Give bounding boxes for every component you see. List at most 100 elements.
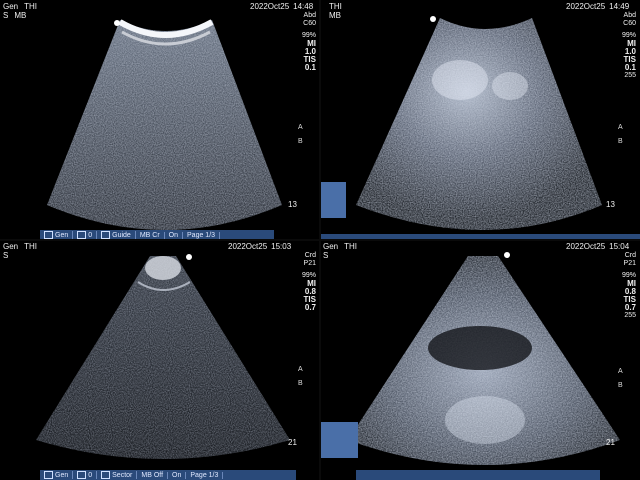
- time-label: 15:03: [271, 242, 292, 251]
- probe-icon: [44, 471, 53, 479]
- softkey-toolbar[interactable]: Gen 0 Sector MB Off On Page 1/3: [40, 470, 296, 480]
- param-app: Crd: [624, 252, 636, 259]
- sub-label-b: MB: [329, 11, 341, 20]
- date-label: 2022Oct25: [566, 242, 606, 251]
- ultrasound-image-2: [356, 18, 602, 230]
- softkey-page-label: Page 1/3: [190, 471, 219, 479]
- focus-marker-a: A: [298, 124, 303, 131]
- probe-icon: [44, 231, 53, 239]
- parameter-column: Abd C60 99% MI 1.0 TIS 0.1 255: [614, 12, 636, 80]
- param-tis-value: 0.1: [624, 63, 636, 72]
- header-left: Gen THI S: [3, 242, 37, 260]
- param-probe: P21: [623, 260, 636, 267]
- guide-icon: [101, 231, 111, 239]
- depth-label: 21: [288, 438, 297, 447]
- ultrasound-image-3: [36, 256, 290, 459]
- date-label: 2022Oct25: [566, 2, 606, 11]
- focus-marker-b: B: [618, 382, 623, 389]
- image-panel-1: Gen THI S MB 2022Oct25 14:48 Abd C60 99% MI…: [0, 0, 320, 240]
- time-label: 15:04: [609, 242, 630, 251]
- trackball-icon: [77, 471, 87, 479]
- time-label: 14:49: [609, 2, 630, 11]
- param-gain: 255: [624, 312, 636, 319]
- softkey-value[interactable]: 0: [73, 471, 98, 479]
- focus-marker-b: B: [618, 138, 623, 145]
- sub-label-a: S: [3, 251, 9, 260]
- focus-marker-b: B: [298, 380, 303, 387]
- param-probe: C60: [623, 20, 636, 27]
- datetime: 2022Oct25 14:48: [246, 2, 313, 11]
- sub-label-b: MB: [14, 11, 27, 20]
- date-label: 2022Oct25: [250, 2, 290, 11]
- probe-orientation-dot: [430, 16, 436, 22]
- softkey-value-label: 0: [88, 231, 93, 239]
- depth-label: 21: [606, 438, 615, 447]
- sub-label-a: S: [323, 251, 329, 260]
- softkey-mb[interactable]: MB Cr: [136, 231, 165, 239]
- sector-icon: [101, 471, 111, 479]
- focus-marker-a: A: [298, 366, 303, 373]
- parameter-column: Crd P21 99% MI 0.8 TIS 0.7 255: [614, 252, 636, 320]
- preset-label: Gen: [323, 242, 339, 251]
- image-panel-4: Gen THI S 2022Oct25 15:04 Crd P21 99% MI 0…: [320, 240, 640, 480]
- header-left: THI MB: [323, 2, 342, 20]
- parameter-column: Abd C60 99% MI 1.0 TIS 0.1: [294, 12, 316, 72]
- thumbnail-panel[interactable]: [320, 422, 358, 458]
- focus-marker-a: A: [618, 124, 623, 131]
- softkey-value[interactable]: 0: [73, 231, 98, 239]
- focus-marker-a: A: [618, 368, 623, 375]
- param-tis-value: 0.7: [624, 303, 636, 312]
- param-app: Abd: [303, 12, 316, 19]
- image-panel-3: Gen THI S 2022Oct25 15:03 Crd P21 99% MI 0…: [0, 240, 320, 480]
- softkey-preset-label: Gen: [55, 471, 69, 479]
- sub-label-a: S: [3, 11, 9, 20]
- softkey-sector[interactable]: Sector: [97, 471, 138, 479]
- softkey-preset[interactable]: Gen: [40, 471, 74, 479]
- softkey-on-label: On: [172, 471, 182, 479]
- parameter-column: Crd P21 99% MI 0.8 TIS 0.7: [294, 252, 316, 312]
- header-left: Gen THI S MB: [3, 2, 37, 20]
- softkey-sector-label: Sector: [112, 471, 133, 479]
- softkey-preset-label: Gen: [55, 231, 69, 239]
- softkey-on[interactable]: On: [168, 471, 187, 479]
- param-probe: P21: [303, 260, 316, 267]
- depth-label: 13: [606, 200, 615, 209]
- softkey-page[interactable]: Page 1/3: [183, 231, 221, 239]
- probe-orientation-dot: [186, 254, 192, 260]
- mode-label: THI: [344, 242, 358, 251]
- softkey-guide[interactable]: Guide: [97, 231, 136, 239]
- datetime: 2022Oct25 14:49: [562, 2, 629, 11]
- time-label: 14:48: [293, 2, 314, 11]
- softkey-value-label: 0: [88, 471, 93, 479]
- softkey-page[interactable]: Page 1/3: [186, 471, 224, 479]
- param-app: Abd: [623, 12, 636, 19]
- softkey-mb[interactable]: MB Off: [137, 471, 169, 479]
- mode-label: THI: [329, 2, 342, 11]
- preset-label: Gen: [3, 2, 19, 11]
- mode-label: THI: [24, 2, 38, 11]
- softkey-page-label: Page 1/3: [187, 231, 216, 239]
- ultrasound-image-1: [47, 19, 282, 230]
- param-gain: 255: [624, 72, 636, 79]
- horizontal-divider: [0, 239, 640, 241]
- date-label: 2022Oct25: [228, 242, 268, 251]
- softkey-toolbar[interactable]: [356, 470, 600, 480]
- preset-label: Gen: [3, 242, 19, 251]
- param-app: Crd: [304, 252, 316, 259]
- datetime: 2022Oct25 15:04: [562, 242, 629, 251]
- ultrasound-image-4: [348, 256, 620, 465]
- param-probe: C60: [303, 20, 316, 27]
- trackball-icon: [77, 231, 87, 239]
- depth-label: 13: [288, 200, 297, 209]
- probe-orientation-dot: [114, 20, 120, 26]
- focus-marker-b: B: [298, 138, 303, 145]
- softkey-guide-label: Guide: [112, 231, 131, 239]
- softkey-on[interactable]: On: [165, 231, 184, 239]
- thumbnail-panel[interactable]: [320, 182, 346, 218]
- param-tis-value: 0.1: [304, 63, 316, 72]
- softkey-mb-label: MB Cr: [139, 231, 160, 239]
- datetime: 2022Oct25 15:03: [224, 242, 291, 251]
- probe-orientation-dot: [504, 252, 510, 258]
- softkey-on-label: On: [168, 231, 179, 239]
- softkey-preset[interactable]: Gen: [40, 231, 74, 239]
